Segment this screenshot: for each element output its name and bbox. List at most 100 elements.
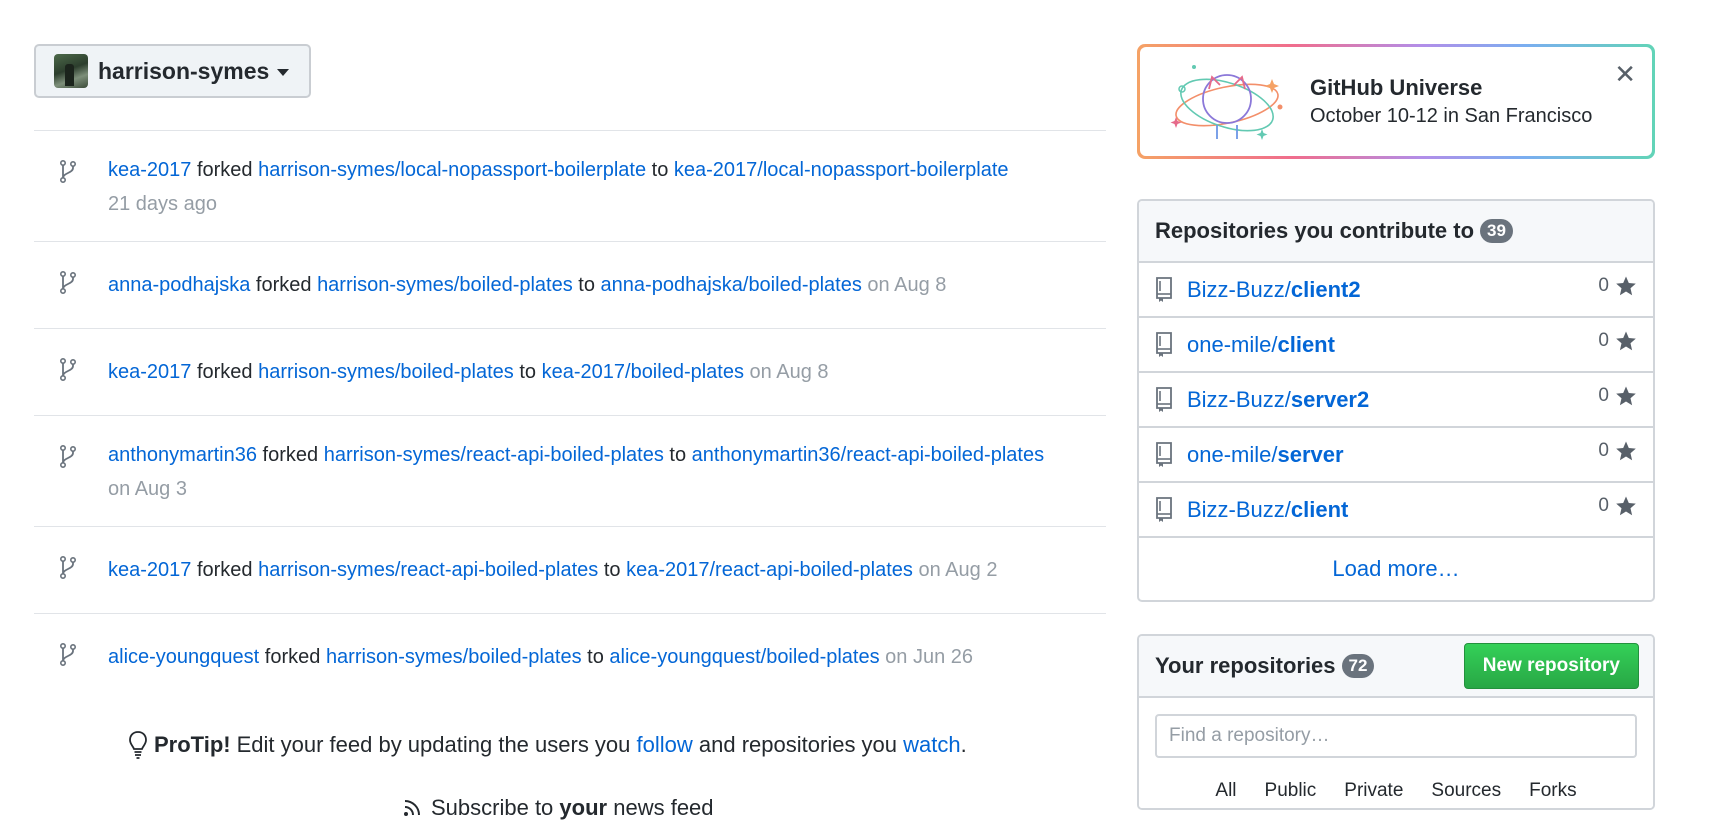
follow-link[interactable]: follow — [637, 732, 693, 758]
repo-star-count: 0 — [1598, 275, 1637, 297]
actor-link[interactable]: kea-2017 — [108, 559, 191, 581]
target-repo-link[interactable]: kea-2017/react-api-boiled-plates — [626, 559, 913, 581]
contributed-repos-title: Repositories you contribute to — [1155, 218, 1475, 243]
actor-link[interactable]: kea-2017 — [108, 159, 191, 181]
protip-text: Edit your feed by updating the users you — [236, 732, 631, 757]
repo-owner-link[interactable]: one-mile/ — [1187, 442, 1277, 468]
actor-link[interactable]: alice-youngquest — [108, 646, 259, 668]
feed-timestamp: on Aug 8 — [749, 361, 829, 383]
repo-forked-icon — [59, 160, 77, 183]
star-icon — [1616, 441, 1636, 461]
target-repo-link[interactable]: anna-podhajska/boiled-plates — [601, 274, 862, 296]
repo-forked-icon — [59, 643, 77, 666]
actor-link[interactable]: anthonymartin36 — [108, 444, 257, 466]
feed-connector: to — [578, 274, 595, 296]
subscribe-link[interactable]: Subscribe to your news feed — [403, 795, 714, 821]
star-count: 0 — [1598, 330, 1609, 351]
context-username: harrison-symes — [98, 57, 270, 84]
star-count: 0 — [1598, 275, 1609, 296]
star-icon — [1616, 496, 1636, 516]
repo-forked-icon — [59, 445, 77, 468]
target-repo-link[interactable]: alice-youngquest/boiled-plates — [609, 646, 879, 668]
universe-banner[interactable]: GitHub Universe October 10-12 in San Fra… — [1137, 44, 1655, 159]
feed-action: forked — [196, 159, 253, 181]
star-count: 0 — [1598, 495, 1609, 516]
repo-star-count: 0 — [1598, 330, 1637, 352]
new-repository-button[interactable]: New repository — [1463, 643, 1639, 689]
feed-timestamp: on Jun 26 — [885, 646, 974, 668]
target-repo-link[interactable]: kea-2017/boiled-plates — [542, 361, 744, 383]
repo-icon — [1156, 496, 1172, 522]
repo-icon — [1156, 276, 1172, 302]
feed-item: anna-podhajska forked harrison-symes/boi… — [34, 242, 1106, 329]
contributed-repo-item[interactable]: one-mile/server 0 — [1139, 428, 1653, 483]
account-context-switcher[interactable]: harrison-symes — [34, 44, 312, 98]
universe-subtitle: October 10-12 in San Francisco — [1310, 105, 1593, 127]
news-feed-column: harrison-symes kea-2017 forked harrison-… — [34, 44, 1106, 700]
repo-name-link[interactable]: server — [1277, 442, 1343, 468]
tab-all[interactable]: All — [1215, 780, 1236, 802]
feed-connector: to — [669, 444, 687, 466]
contributed-repo-item[interactable]: Bizz-Buzz/client2 0 — [1139, 263, 1653, 318]
repo-name-link[interactable]: client — [1277, 332, 1334, 358]
repo-filter-area: All Public Private Sources Forks — [1139, 698, 1653, 808]
find-repository-input[interactable] — [1155, 714, 1637, 758]
repo-owner-link[interactable]: one-mile/ — [1187, 332, 1277, 358]
your-repos-box: Your repositories 72 New repository All P… — [1137, 634, 1655, 810]
feed-item: kea-2017 forked harrison-symes/boiled-pl… — [34, 329, 1106, 416]
source-repo-link[interactable]: harrison-symes/react-api-boiled-plates — [258, 559, 598, 581]
dashboard-sidebar: GitHub Universe October 10-12 in San Fra… — [1137, 44, 1655, 810]
tab-forks[interactable]: Forks — [1529, 780, 1577, 802]
chevron-down-icon — [277, 68, 290, 76]
protip-label: ProTip! — [154, 732, 231, 757]
tab-private[interactable]: Private — [1344, 780, 1403, 802]
news-feed: kea-2017 forked harrison-symes/local-nop… — [34, 130, 1106, 700]
source-repo-link[interactable]: harrison-symes/boiled-plates — [317, 274, 573, 296]
feed-connector: to — [519, 361, 537, 383]
source-repo-link[interactable]: harrison-symes/react-api-boiled-plates — [324, 444, 664, 466]
subscribe-bold: your — [559, 795, 608, 820]
contributed-repos-count: 39 — [1480, 219, 1513, 243]
star-icon — [1616, 331, 1636, 351]
load-more-button[interactable]: Load more… — [1139, 538, 1653, 600]
feed-action: forked — [196, 361, 253, 383]
source-repo-link[interactable]: harrison-symes/boiled-plates — [326, 646, 582, 668]
your-repos-header: Your repositories 72 New repository — [1139, 636, 1653, 698]
target-repo-link[interactable]: kea-2017/local-nopassport-boilerplate — [674, 159, 1009, 181]
protip-text-2: and repositories you — [698, 732, 898, 757]
feed-connector: to — [651, 159, 669, 181]
feed-timestamp: on Aug 3 — [108, 478, 187, 500]
contributed-repo-item[interactable]: Bizz-Buzz/server2 0 — [1139, 373, 1653, 428]
repo-name-link[interactable]: client — [1291, 497, 1348, 523]
watch-link[interactable]: watch — [903, 732, 960, 758]
repo-name-link[interactable]: client2 — [1291, 277, 1361, 303]
repo-icon — [1156, 441, 1172, 467]
your-repos-title: Your repositories — [1155, 653, 1336, 678]
tab-public[interactable]: Public — [1265, 780, 1317, 802]
repo-star-count: 0 — [1598, 440, 1637, 462]
repo-owner-link[interactable]: Bizz-Buzz/ — [1187, 387, 1291, 413]
feed-connector: to — [603, 559, 621, 581]
contributed-repos-box: Repositories you contribute to 39 Bizz-B… — [1137, 199, 1655, 602]
close-icon[interactable]: ✕ — [1614, 59, 1636, 90]
repo-name-link[interactable]: server2 — [1291, 387, 1369, 413]
feed-action: forked — [262, 444, 319, 466]
avatar — [54, 54, 88, 88]
repo-owner-link[interactable]: Bizz-Buzz/ — [1187, 497, 1291, 523]
source-repo-link[interactable]: harrison-symes/local-nopassport-boilerpl… — [258, 159, 646, 181]
repo-forked-icon — [59, 271, 77, 294]
feed-item: anthonymartin36 forked harrison-symes/re… — [34, 416, 1106, 527]
feed-action: forked — [264, 646, 321, 668]
repo-owner-link[interactable]: Bizz-Buzz/ — [1187, 277, 1291, 303]
repo-star-count: 0 — [1598, 495, 1637, 517]
actor-link[interactable]: anna-podhajska — [108, 274, 250, 296]
source-repo-link[interactable]: harrison-symes/boiled-plates — [258, 361, 514, 383]
subscribe-text: Subscribe to — [431, 795, 554, 820]
tab-sources[interactable]: Sources — [1431, 780, 1501, 802]
contributed-repo-item[interactable]: one-mile/client 0 — [1139, 318, 1653, 373]
feed-item: kea-2017 forked harrison-symes/react-api… — [34, 527, 1106, 614]
feed-item: alice-youngquest forked harrison-symes/b… — [34, 614, 1106, 700]
target-repo-link[interactable]: anthonymartin36/react-api-boiled-plates — [692, 444, 1044, 466]
actor-link[interactable]: kea-2017 — [108, 361, 191, 383]
contributed-repo-item[interactable]: Bizz-Buzz/client 0 — [1139, 483, 1653, 538]
